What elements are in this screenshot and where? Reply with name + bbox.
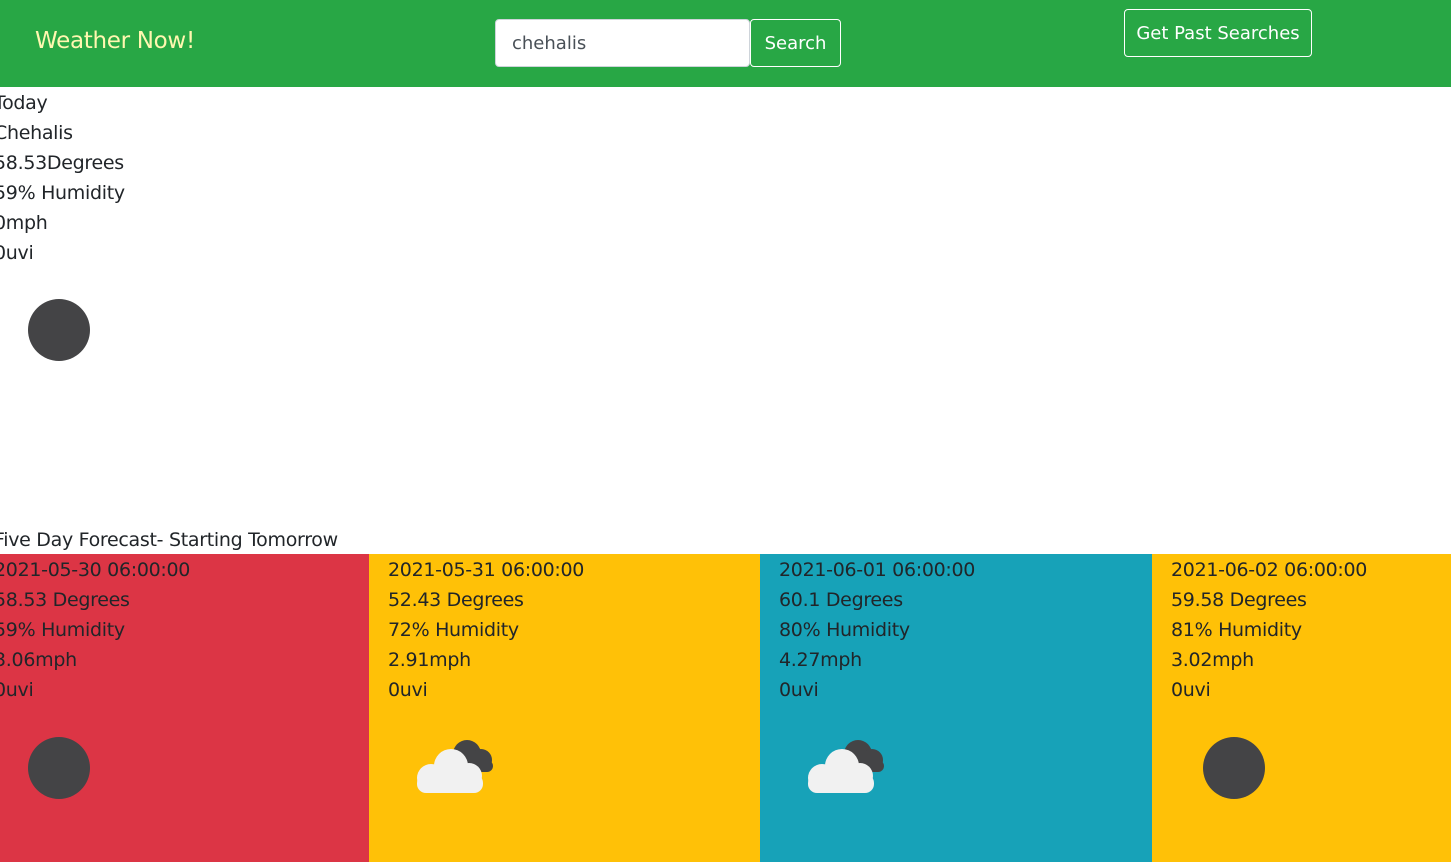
forecast-humidity: 59% Humidity [0, 619, 125, 641]
forecast-humidity: 81% Humidity [1171, 619, 1302, 641]
today-humidity: 59% Humidity [0, 182, 125, 204]
cloud-icon [798, 734, 890, 798]
forecast-humidity: 72% Humidity [388, 619, 519, 641]
search-input[interactable] [495, 19, 750, 67]
forecast-date: 2021-06-01 06:00:00 [779, 559, 976, 581]
forecast-wind: 3.02mph [1171, 649, 1254, 671]
forecast-temp: 60.1 Degrees [779, 589, 903, 611]
forecast-uvi: 0uvi [0, 679, 34, 701]
today-label: Today [0, 92, 48, 114]
forecast-date: 2021-05-31 06:00:00 [388, 559, 585, 581]
forecast-uvi: 0uvi [779, 679, 819, 701]
today-wind: 0mph [0, 212, 48, 234]
forecast-card: 2021-06-01 06:00:00 60.1 Degrees 80% Humid… [760, 554, 1152, 862]
moon-icon [28, 737, 90, 799]
forecast-date: 2021-06-02 06:00:00 [1171, 559, 1368, 581]
forecast-card: 2021-05-31 06:00:00 52.43 Degrees 72% Humi… [369, 554, 760, 862]
moon-icon [1203, 737, 1265, 799]
forecast-wind: 4.27mph [779, 649, 862, 671]
forecast-temp: 59.58 Degrees [1171, 589, 1307, 611]
forecast-title: Five Day Forecast- Starting Tomorrow [0, 529, 338, 551]
forecast-temp: 58.53 Degrees [0, 589, 130, 611]
forecast-humidity: 80% Humidity [779, 619, 910, 641]
today-temp: 58.53Degrees [0, 152, 124, 174]
forecast-uvi: 0uvi [388, 679, 428, 701]
past-searches-button[interactable]: Get Past Searches [1124, 9, 1312, 57]
brand-title[interactable]: Weather Now! [35, 28, 195, 54]
forecast-temp: 52.43 Degrees [388, 589, 524, 611]
forecast-card: 2021-05-30 06:00:00 58.53 Degrees 59% Humi… [0, 554, 369, 862]
forecast-date: 2021-05-30 06:00:00 [0, 559, 191, 581]
today-uvi: 0uvi [0, 242, 34, 264]
cloud-icon [407, 734, 499, 798]
forecast-wind: 2.91mph [388, 649, 471, 671]
search-button[interactable]: Search [750, 19, 841, 67]
today-city: Chehalis [0, 122, 73, 144]
navbar: Weather Now! Search Get Past Searches [0, 0, 1451, 87]
forecast-wind: 3.06mph [0, 649, 77, 671]
forecast-uvi: 0uvi [1171, 679, 1211, 701]
moon-icon [28, 299, 90, 361]
forecast-card: 2021-06-02 06:00:00 59.58 Degrees 81% Humi… [1152, 554, 1451, 862]
